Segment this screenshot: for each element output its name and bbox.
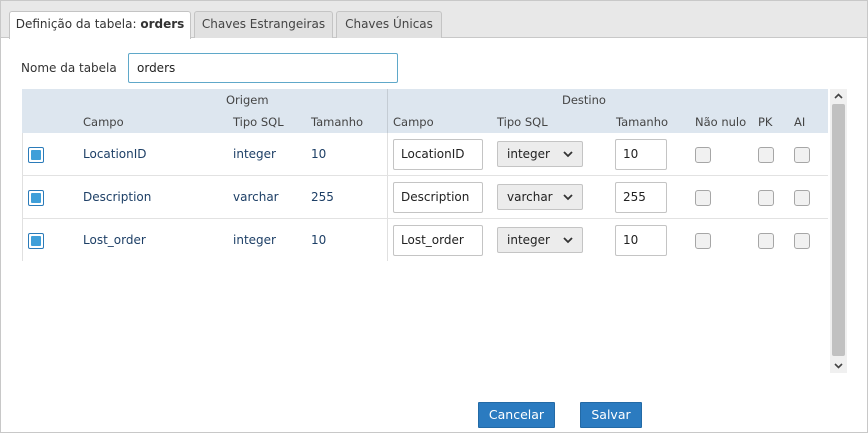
dest-size-input[interactable]: 10 bbox=[615, 225, 667, 256]
col-sql-type: Tipo SQL bbox=[233, 115, 284, 129]
col-ai: AI bbox=[794, 115, 806, 129]
tab-unique-keys-label: Chaves Únicas bbox=[345, 17, 433, 31]
source-size: 255 bbox=[311, 190, 334, 204]
chevron-down-icon bbox=[563, 194, 573, 201]
dest-type-value: integer bbox=[507, 147, 550, 161]
group-destination-label: Destino bbox=[562, 93, 606, 107]
not-null-checkbox[interactable] bbox=[695, 233, 711, 249]
table-name-input[interactable] bbox=[128, 53, 398, 83]
group-origin-label: Origem bbox=[226, 93, 269, 107]
scroll-up-icon[interactable] bbox=[833, 91, 844, 102]
dest-field-input[interactable]: LocationID bbox=[393, 139, 483, 170]
dialog: Definição da tabela: orders Chaves Estra… bbox=[0, 0, 868, 433]
tab-table-definition-name: orders bbox=[140, 17, 185, 31]
ai-checkbox[interactable] bbox=[794, 233, 810, 249]
grid-column-header: Campo Tipo SQL Tamanho Campo Tipo SQL Ta… bbox=[22, 111, 828, 133]
col-pk: PK bbox=[758, 115, 773, 129]
tab-table-definition-label: Definição da tabela: bbox=[15, 17, 141, 31]
col-dest-field: Campo bbox=[393, 115, 434, 129]
source-sql-type: varchar bbox=[233, 190, 279, 204]
col-field: Campo bbox=[83, 115, 124, 129]
chevron-down-icon bbox=[563, 151, 573, 158]
table-row: Description varchar 255 Description varc… bbox=[22, 176, 828, 219]
dest-size-input[interactable]: 255 bbox=[615, 182, 667, 213]
source-size: 10 bbox=[311, 147, 327, 161]
tab-foreign-keys[interactable]: Chaves Estrangeiras bbox=[194, 11, 333, 38]
source-field: Lost_order bbox=[83, 233, 146, 247]
vertical-scrollbar[interactable] bbox=[830, 89, 847, 373]
field-mapping-grid: Origem Destino Campo Tipo SQL Tamanho Ca… bbox=[22, 89, 828, 261]
source-field: Description bbox=[83, 190, 152, 204]
chevron-down-icon bbox=[563, 237, 573, 244]
source-size: 10 bbox=[311, 233, 327, 247]
ai-checkbox[interactable] bbox=[794, 147, 810, 163]
dest-field-input[interactable]: Description bbox=[393, 182, 483, 213]
source-sql-type: integer bbox=[233, 147, 276, 161]
dest-type-value: varchar bbox=[507, 190, 553, 204]
col-dest-size: Tamanho bbox=[616, 115, 669, 129]
table-name-label: Nome da tabela bbox=[21, 61, 117, 75]
col-size: Tamanho bbox=[311, 115, 364, 129]
dest-type-value: integer bbox=[507, 233, 550, 247]
pk-checkbox[interactable] bbox=[758, 147, 774, 163]
col-not-null: Não nulo bbox=[695, 115, 747, 129]
cancel-button[interactable]: Cancelar bbox=[478, 402, 555, 428]
not-null-checkbox[interactable] bbox=[695, 190, 711, 206]
tab-unique-keys[interactable]: Chaves Únicas bbox=[336, 11, 442, 38]
row-select-checkbox[interactable] bbox=[28, 190, 44, 206]
row-select-checkbox[interactable] bbox=[28, 147, 44, 163]
tab-bar: Definição da tabela: orders Chaves Estra… bbox=[1, 1, 867, 39]
dest-type-select[interactable]: varchar bbox=[497, 184, 583, 210]
table-row: Lost_order integer 10 Lost_order integer… bbox=[22, 219, 828, 262]
scroll-down-icon[interactable] bbox=[833, 360, 844, 371]
source-field: LocationID bbox=[83, 147, 147, 161]
tab-foreign-keys-label: Chaves Estrangeiras bbox=[201, 17, 326, 31]
scrollbar-thumb[interactable] bbox=[832, 104, 845, 356]
source-sql-type: integer bbox=[233, 233, 276, 247]
dest-size-input[interactable]: 10 bbox=[615, 139, 667, 170]
save-button[interactable]: Salvar bbox=[580, 402, 642, 428]
tab-table-definition[interactable]: Definição da tabela: orders bbox=[9, 11, 191, 39]
dest-type-select[interactable]: integer bbox=[497, 141, 583, 167]
row-select-checkbox[interactable] bbox=[28, 233, 44, 249]
ai-checkbox[interactable] bbox=[794, 190, 810, 206]
header-divider bbox=[387, 89, 388, 133]
grid-group-header: Origem Destino bbox=[22, 89, 828, 111]
pk-checkbox[interactable] bbox=[758, 190, 774, 206]
not-null-checkbox[interactable] bbox=[695, 147, 711, 163]
dest-type-select[interactable]: integer bbox=[497, 227, 583, 253]
pk-checkbox[interactable] bbox=[758, 233, 774, 249]
col-dest-sql-type: Tipo SQL bbox=[497, 115, 548, 129]
table-row: LocationID integer 10 LocationID integer… bbox=[22, 133, 828, 176]
dest-field-input[interactable]: Lost_order bbox=[393, 225, 483, 256]
